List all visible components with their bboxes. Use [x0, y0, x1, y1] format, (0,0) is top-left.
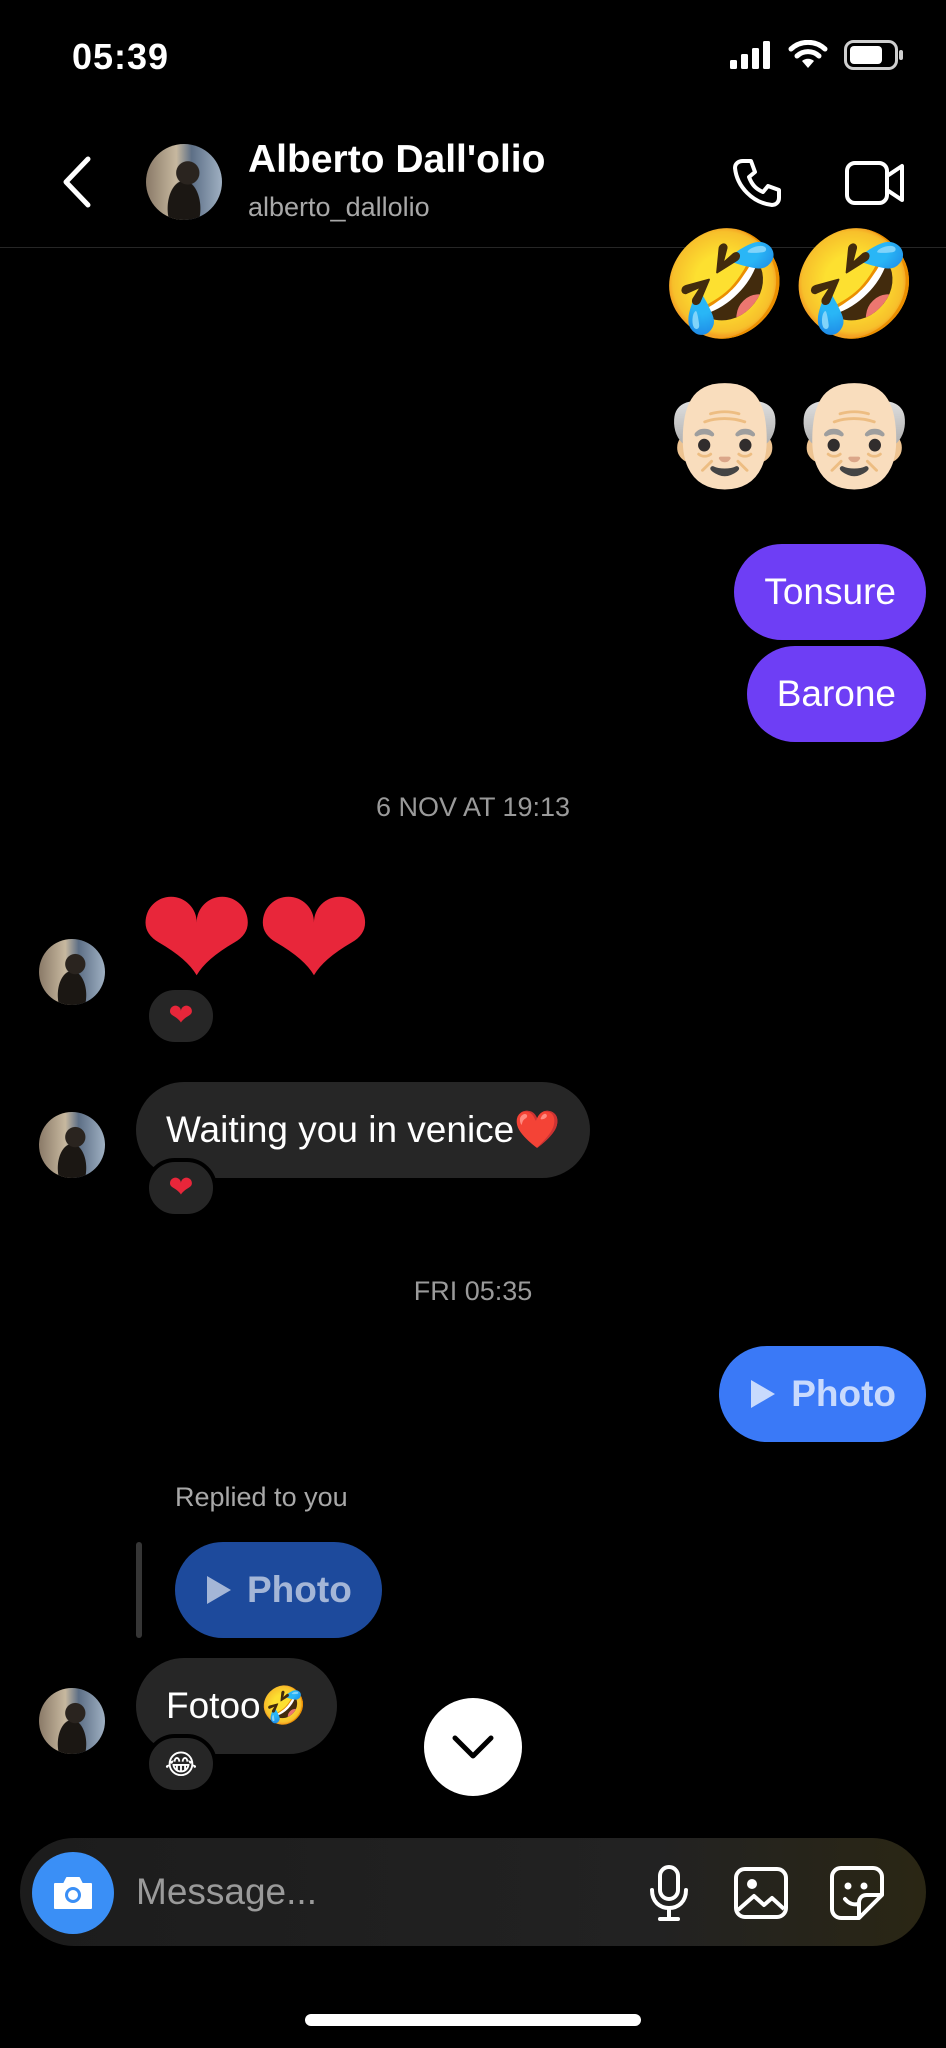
- play-icon: [207, 1576, 231, 1604]
- gallery-icon: [734, 1867, 788, 1919]
- camera-button[interactable]: [32, 1852, 114, 1934]
- sent-emoji-message[interactable]: 👴🏻👴🏻: [660, 380, 919, 484]
- message-reaction[interactable]: 😂: [145, 1734, 217, 1794]
- sent-photo-message[interactable]: Photo: [719, 1346, 926, 1442]
- play-icon: [751, 1380, 776, 1408]
- sent-message-bubble[interactable]: Barone: [746, 646, 926, 742]
- sender-avatar[interactable]: [39, 939, 105, 1005]
- replied-label: Replied to you: [175, 1482, 348, 1512]
- photo-label: Photo: [791, 1373, 896, 1414]
- phone-icon: [733, 159, 781, 207]
- status-icons: [730, 39, 904, 75]
- gallery-button[interactable]: [728, 1860, 794, 1926]
- contact-username[interactable]: alberto_dallolio: [248, 192, 430, 223]
- laugh-reaction-icon: 😂: [164, 1748, 198, 1780]
- message-timestamp: 6 NOV AT 19:13: [375, 792, 571, 822]
- microphone-icon: [650, 1865, 688, 1921]
- video-icon: [845, 161, 904, 205]
- back-button[interactable]: [52, 150, 102, 214]
- message-reaction[interactable]: ❤: [145, 986, 217, 1046]
- sender-avatar[interactable]: [39, 1688, 105, 1754]
- battery-icon: [844, 40, 904, 75]
- home-indicator[interactable]: [305, 2014, 641, 2026]
- status-time: 05:39: [72, 36, 170, 77]
- sent-message-bubble[interactable]: Tonsure: [734, 544, 926, 640]
- scroll-to-bottom-button[interactable]: [424, 1698, 522, 1796]
- contact-avatar[interactable]: [146, 144, 222, 220]
- message-reaction[interactable]: ❤: [145, 1158, 217, 1218]
- voice-message-button[interactable]: [636, 1860, 702, 1926]
- heart-reaction-icon: ❤: [168, 999, 194, 1032]
- message-timestamp: FRI 05:35: [413, 1276, 533, 1306]
- cellular-signal-icon: [730, 41, 772, 74]
- replied-photo-message[interactable]: Photo: [175, 1542, 382, 1638]
- voice-call-button[interactable]: [724, 150, 790, 216]
- back-icon: [63, 156, 91, 208]
- contact-name[interactable]: Alberto Dall'olio: [248, 138, 545, 182]
- reply-indicator-line: [136, 1542, 142, 1638]
- sticker-button[interactable]: [824, 1860, 890, 1926]
- video-call-button[interactable]: [842, 150, 908, 216]
- photo-label: Photo: [247, 1569, 352, 1610]
- sender-avatar[interactable]: [39, 1112, 105, 1178]
- heart-reaction-icon: ❤: [168, 1171, 194, 1204]
- message-input[interactable]: [136, 1862, 616, 1922]
- chevron-down-icon: [452, 1735, 494, 1759]
- sent-emoji-message[interactable]: 🤣🤣: [660, 232, 919, 336]
- camera-icon: [54, 1877, 92, 1909]
- sticker-icon: [830, 1866, 884, 1920]
- wifi-icon: [788, 39, 828, 75]
